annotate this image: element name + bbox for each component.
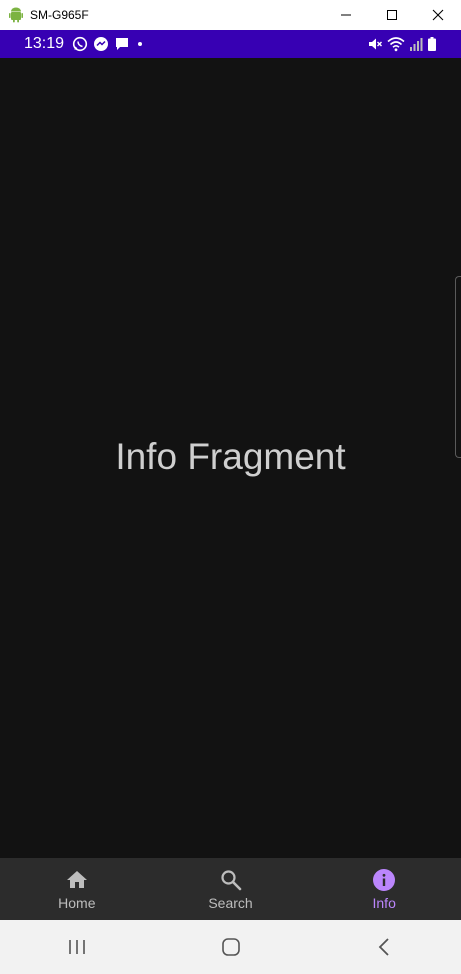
notification-icons [72,36,145,52]
edge-panel-handle[interactable] [455,276,461,458]
nav-label-search: Search [208,895,253,911]
back-button[interactable] [307,920,461,974]
battery-icon [428,37,436,51]
nav-item-home[interactable]: Home [0,858,154,920]
search-icon [219,868,243,892]
emulator-window: SM-G965F 13:19 Info Fragment Home Search… [0,0,461,974]
messenger-icon [94,37,108,51]
nav-item-info[interactable]: Info [307,858,461,920]
close-button[interactable] [415,0,461,30]
minimize-icon [341,14,351,16]
whatsapp-icon [72,36,88,52]
info-icon [372,868,396,892]
window-controls [323,0,461,30]
chat-icon [116,38,128,50]
maximize-icon [387,10,397,20]
window-title: SM-G965F [30,8,89,22]
maximize-button[interactable] [369,0,415,30]
fragment-container: Info Fragment [0,58,461,858]
nav-item-search[interactable]: Search [154,858,308,920]
android-icon [8,7,24,23]
fragment-title: Info Fragment [115,436,346,477]
system-status-icons [367,36,437,52]
bottom-navigation: Home Search Info [0,858,461,920]
home-system-button[interactable] [154,920,308,974]
window-titlebar: SM-G965F [0,0,461,30]
home-icon [65,868,89,892]
dot-icon [138,42,142,46]
system-navigation-bar [0,920,461,974]
wifi-icon [387,37,405,52]
recents-icon [69,940,85,954]
back-icon [378,938,389,956]
signal-icon [410,38,423,51]
mute-icon [369,38,382,50]
close-icon [432,9,444,21]
nav-label-home: Home [58,895,96,911]
recents-button[interactable] [0,920,154,974]
home-circle-icon [221,938,240,956]
status-time: 13:19 [24,35,65,52]
minimize-button[interactable] [323,0,369,30]
status-bar: 13:19 [0,30,461,58]
nav-label-info: Info [372,895,396,911]
